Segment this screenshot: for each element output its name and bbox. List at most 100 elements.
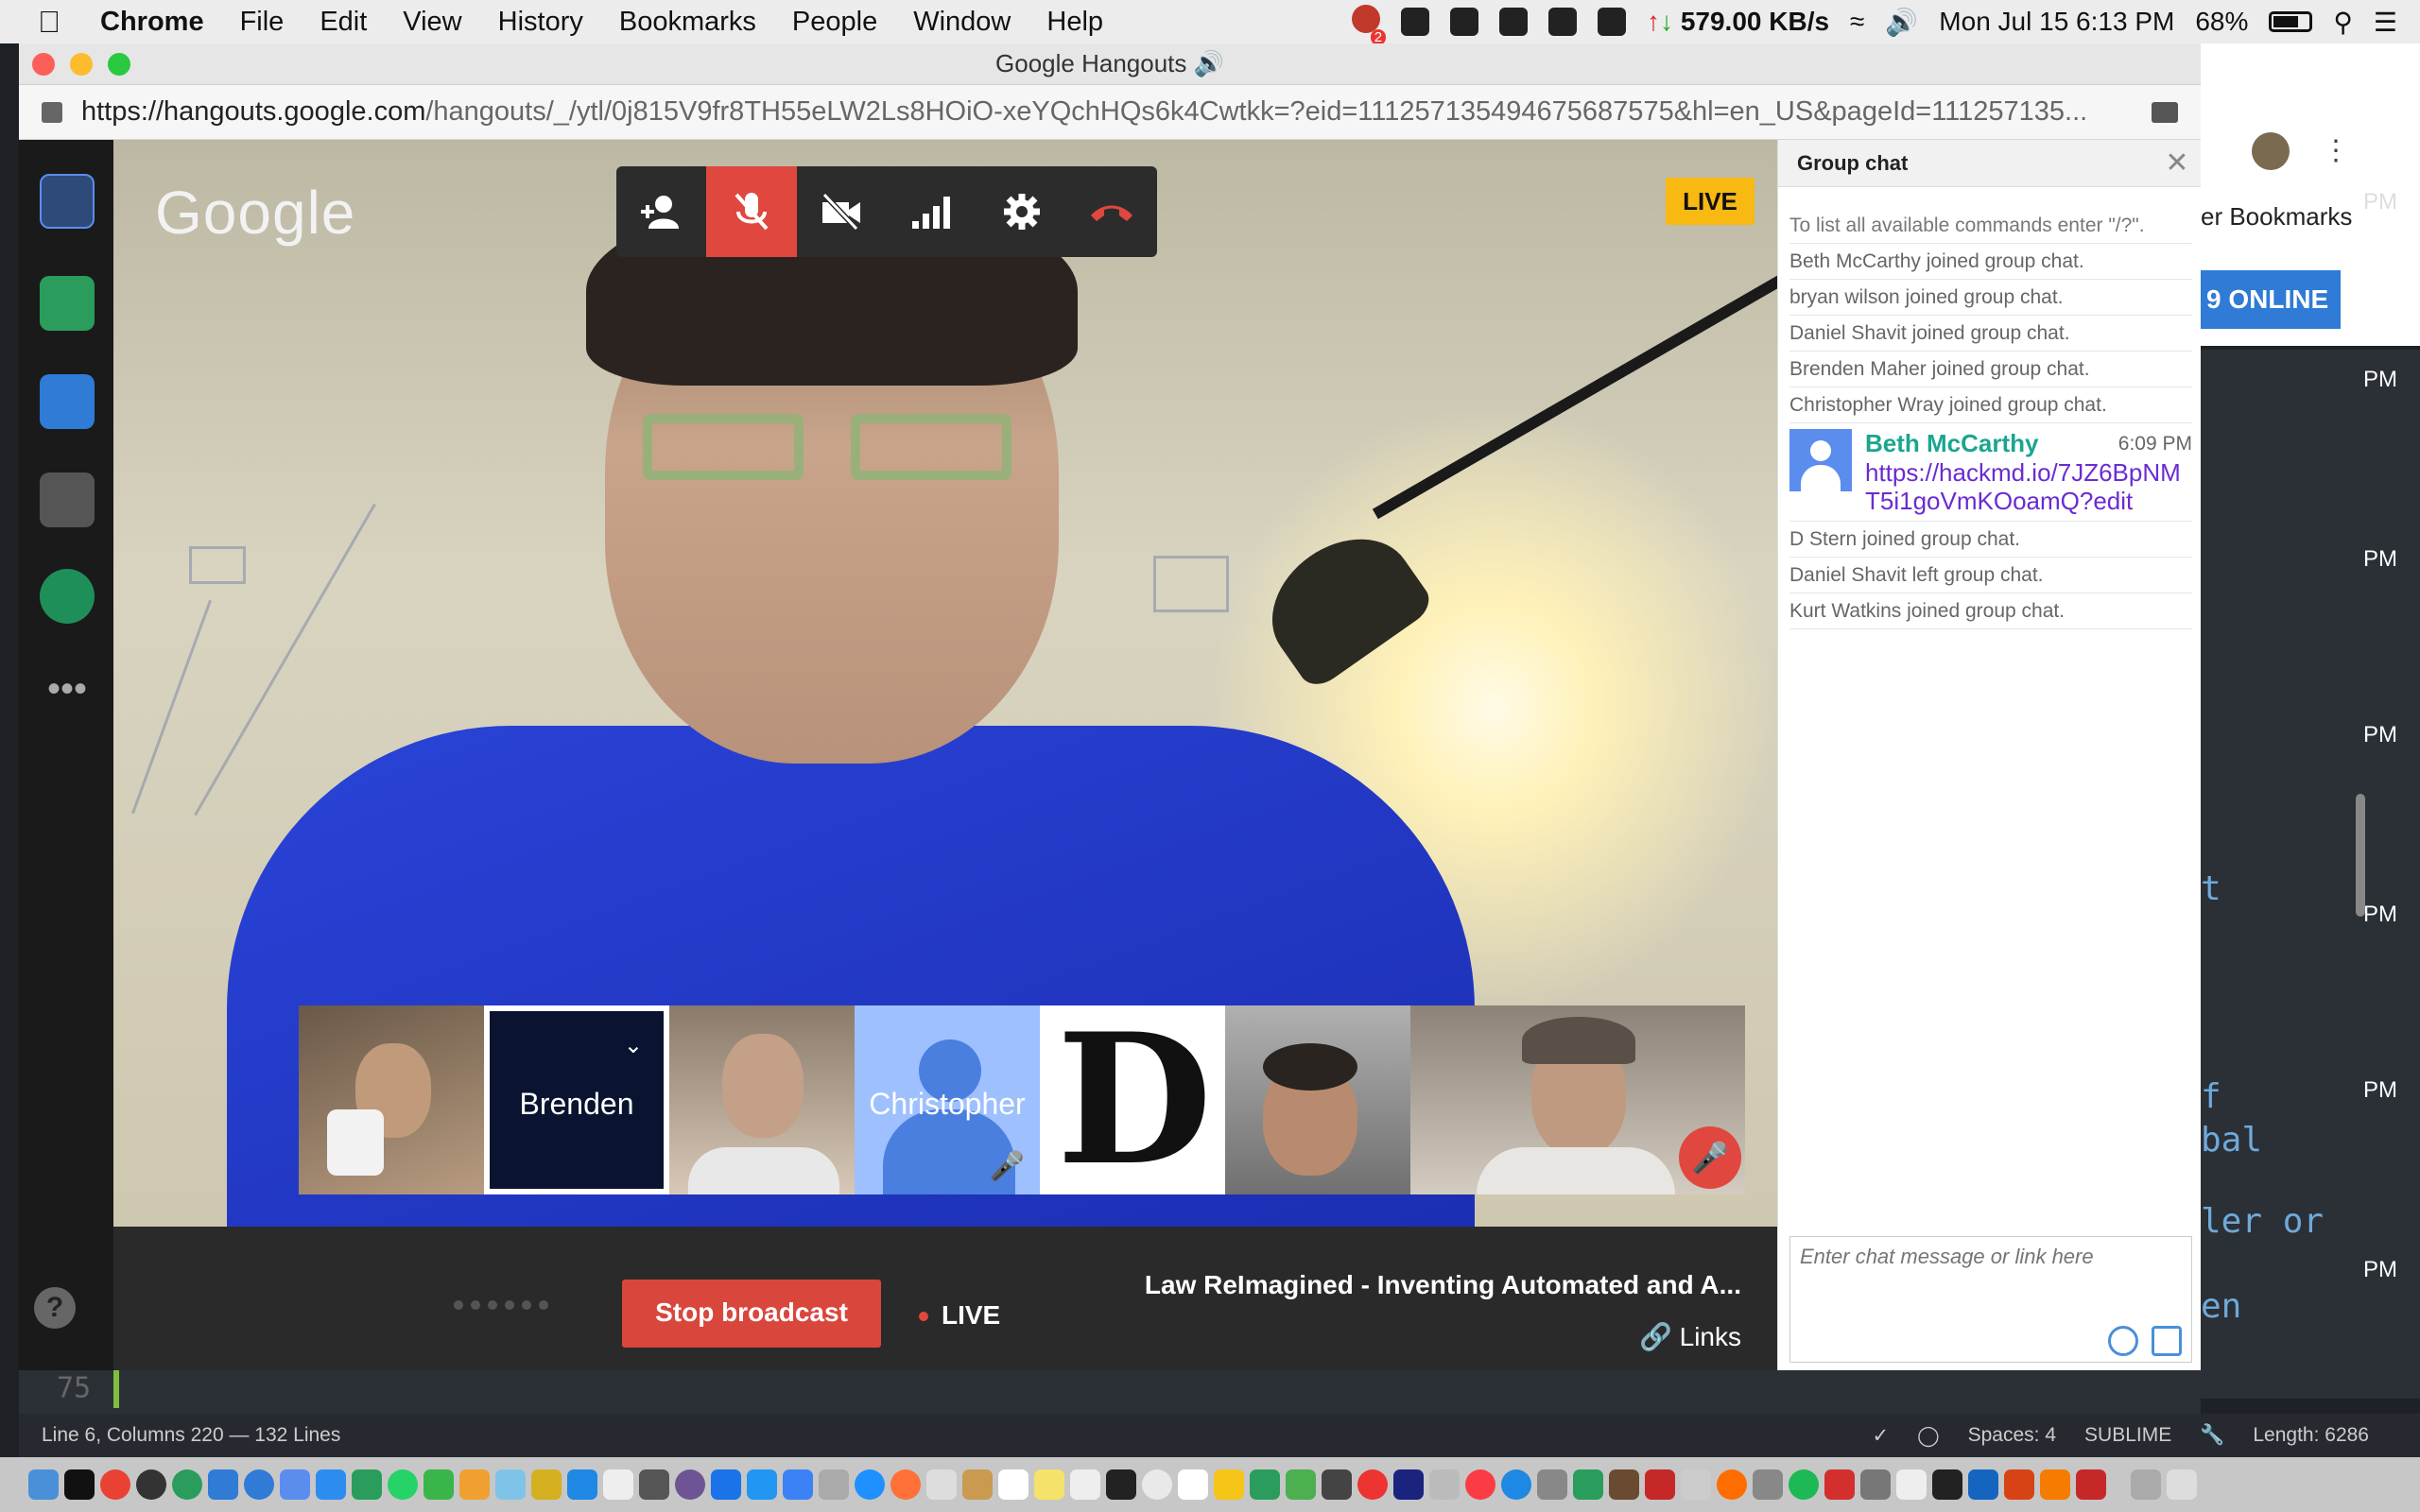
app-icon[interactable]: [2040, 1469, 2070, 1500]
close-icon[interactable]: ✕: [2163, 149, 2191, 178]
app-icon[interactable]: [244, 1469, 274, 1500]
trash-icon[interactable]: [2167, 1469, 2197, 1500]
app-icon[interactable]: [819, 1469, 849, 1500]
app-icon[interactable]: [1860, 1469, 1891, 1500]
editor-scrollbar[interactable]: [2356, 794, 2365, 917]
menu-edit[interactable]: Edit: [320, 7, 367, 38]
app-icon[interactable]: [1932, 1469, 1962, 1500]
app-icon[interactable]: [1142, 1469, 1172, 1500]
syntax-setting[interactable]: SUBLIME: [2084, 1424, 2171, 1448]
mute-microphone-button[interactable]: [706, 166, 797, 257]
control-room-icon[interactable]: [40, 472, 95, 527]
app-icon[interactable]: [1717, 1469, 1747, 1500]
chat-icon[interactable]: [40, 174, 95, 229]
app-icon[interactable]: [1968, 1469, 1998, 1500]
chat-message-input[interactable]: [1800, 1245, 2182, 1269]
background-more-icon[interactable]: ⋮: [2322, 134, 2350, 167]
chat-input-box[interactable]: [1789, 1236, 2192, 1363]
message-link[interactable]: https://hackmd.io/7JZ6BpNMT5i1goVmKOoamQ…: [1865, 458, 2192, 515]
settings-button[interactable]: [977, 166, 1066, 257]
app-icon[interactable]: [603, 1469, 633, 1500]
app-icon[interactable]: [1178, 1469, 1208, 1500]
app-icon[interactable]: [2076, 1469, 2106, 1500]
app-store-icon[interactable]: [1501, 1469, 1531, 1500]
lock-icon[interactable]: [42, 101, 62, 123]
app-icon[interactable]: [1070, 1469, 1100, 1500]
remote-desktop-icon[interactable]: [40, 374, 95, 429]
app-icon[interactable]: [1681, 1469, 1711, 1500]
menu-file[interactable]: File: [240, 7, 285, 38]
app-icon[interactable]: [711, 1469, 741, 1500]
spotify-icon[interactable]: [1789, 1469, 1819, 1500]
indentation-setting[interactable]: Spaces: 4: [1968, 1424, 2056, 1448]
app-icon[interactable]: [1429, 1469, 1460, 1500]
menu-app-chrome[interactable]: Chrome: [100, 7, 204, 38]
mic-off-icon[interactable]: 🎤: [1679, 1126, 1741, 1189]
app-icon[interactable]: [1537, 1469, 1567, 1500]
app-icon[interactable]: [747, 1469, 777, 1500]
wrench-icon[interactable]: 🔧: [2200, 1424, 2224, 1448]
firefox-icon[interactable]: [890, 1469, 921, 1500]
downloads-icon[interactable]: [2131, 1469, 2161, 1500]
app-icon[interactable]: [1573, 1469, 1603, 1500]
bookmark-icon[interactable]: [1401, 8, 1430, 36]
notes-icon[interactable]: [1034, 1469, 1064, 1500]
terminal-icon[interactable]: [64, 1469, 95, 1500]
more-apps-icon[interactable]: •••: [40, 670, 95, 730]
app-icon[interactable]: [1106, 1469, 1136, 1500]
screenshare-icon[interactable]: [40, 276, 95, 331]
wechat-icon[interactable]: [352, 1469, 382, 1500]
app-icon[interactable]: [531, 1469, 562, 1500]
turn-off-camera-button[interactable]: [797, 166, 887, 257]
zoom-icon[interactable]: [316, 1469, 346, 1500]
online-button[interactable]: 9 ONLINE: [2201, 270, 2341, 329]
app-icon[interactable]: [639, 1469, 669, 1500]
paperclip-icon[interactable]: [1548, 8, 1578, 36]
calendar-icon[interactable]: [998, 1469, 1028, 1500]
participant-tile[interactable]: 🎤: [1410, 1005, 1745, 1194]
app-icon[interactable]: [1393, 1469, 1424, 1500]
app-icon[interactable]: [1609, 1469, 1639, 1500]
app-icon[interactable]: [208, 1469, 238, 1500]
clock[interactable]: Mon Jul 15 6:13 PM: [1939, 7, 2174, 37]
notification-center-icon[interactable]: ☰: [2374, 7, 2397, 38]
menu-window[interactable]: Window: [913, 7, 1011, 38]
apple-icon[interactable]: : [38, 6, 66, 38]
app-icon[interactable]: [136, 1469, 166, 1500]
app-icon[interactable]: [1286, 1469, 1316, 1500]
participant-tile[interactable]: [669, 1005, 855, 1194]
app-icon[interactable]: [1645, 1469, 1675, 1500]
camera-permission-icon[interactable]: [2152, 102, 2178, 123]
app-icon[interactable]: [1214, 1469, 1244, 1500]
mail-icon[interactable]: [1598, 8, 1627, 36]
participant-tile-selected[interactable]: Brenden ⌄: [484, 1005, 669, 1194]
close-window-button[interactable]: [32, 53, 55, 76]
finder-icon[interactable]: [28, 1469, 59, 1500]
wifi-icon[interactable]: ≈: [1850, 7, 1864, 37]
app-icon[interactable]: [926, 1469, 957, 1500]
participant-tile[interactable]: Christopher 🎤: [855, 1005, 1040, 1194]
app-icon[interactable]: [783, 1469, 813, 1500]
participant-tile[interactable]: [1225, 1005, 1410, 1194]
menu-bookmarks[interactable]: Bookmarks: [619, 7, 756, 38]
whatsapp-icon[interactable]: [388, 1469, 418, 1500]
help-icon[interactable]: ?: [34, 1287, 76, 1329]
dropbox-icon[interactable]: [1450, 8, 1479, 36]
bandwidth-button[interactable]: [887, 166, 977, 257]
emoji-icon[interactable]: [2108, 1326, 2138, 1356]
app-icon[interactable]: [495, 1469, 526, 1500]
battery-icon[interactable]: [2269, 11, 2313, 32]
menu-people[interactable]: People: [792, 7, 877, 38]
app-icon[interactable]: [424, 1469, 454, 1500]
chevron-down-icon[interactable]: ⌄: [624, 1032, 643, 1059]
github-icon[interactable]: [675, 1469, 705, 1500]
address-bar[interactable]: https://hangouts.google.com/hangouts/_/y…: [19, 85, 2201, 140]
app-icon[interactable]: [1322, 1469, 1352, 1500]
volume-icon[interactable]: 🔊: [1885, 7, 1918, 38]
app-icon[interactable]: [1357, 1469, 1388, 1500]
menu-help[interactable]: Help: [1046, 7, 1103, 38]
zoom-window-button[interactable]: [108, 53, 130, 76]
spotlight-icon[interactable]: ⚲: [2333, 7, 2353, 38]
participant-tile[interactable]: [299, 1005, 484, 1194]
chrome-icon[interactable]: [100, 1469, 130, 1500]
